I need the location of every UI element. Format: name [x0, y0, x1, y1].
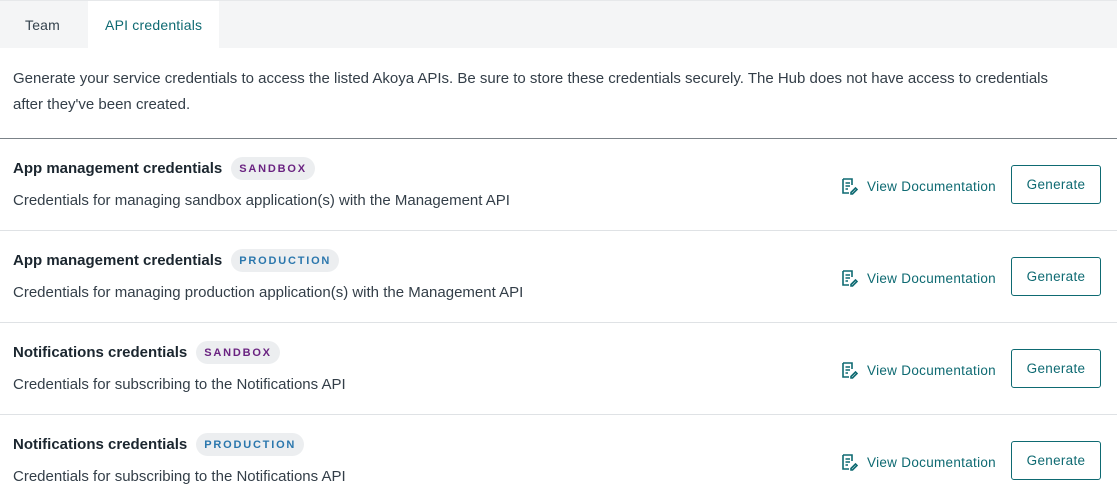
- tab-bar: Team API credentials: [0, 0, 1117, 48]
- view-documentation-label: View Documentation: [867, 178, 996, 194]
- generate-button[interactable]: Generate: [1011, 257, 1101, 296]
- view-documentation-link[interactable]: View Documentation: [840, 359, 996, 381]
- environment-badge: PRODUCTION: [196, 433, 305, 456]
- credential-row: Notifications credentials SANDBOX Creden…: [0, 323, 1117, 415]
- view-documentation-link[interactable]: View Documentation: [840, 451, 996, 473]
- view-documentation-link[interactable]: View Documentation: [840, 175, 996, 197]
- tab-team[interactable]: Team: [0, 1, 88, 48]
- view-documentation-link[interactable]: View Documentation: [840, 267, 996, 289]
- environment-badge: SANDBOX: [196, 341, 280, 364]
- generate-button[interactable]: Generate: [1011, 349, 1101, 388]
- document-edit-icon: [842, 178, 859, 195]
- credential-title: Notifications credentials: [13, 436, 188, 453]
- document-edit-icon: [842, 454, 859, 471]
- credentials-list: App management credentials SANDBOX Crede…: [0, 139, 1117, 492]
- credential-title: App management credentials: [13, 252, 223, 269]
- environment-badge: PRODUCTION: [231, 249, 340, 272]
- view-documentation-label: View Documentation: [867, 270, 996, 286]
- credential-description: Credentials for subscribing to the Notif…: [13, 376, 346, 393]
- credential-row: Notifications credentials PRODUCTION Cre…: [0, 415, 1117, 492]
- credential-row: App management credentials SANDBOX Crede…: [0, 139, 1117, 231]
- tab-api-credentials[interactable]: API credentials: [88, 1, 220, 48]
- intro-text: Generate your service credentials to acc…: [0, 48, 1117, 139]
- credential-row: App management credentials PRODUCTION Cr…: [0, 231, 1117, 323]
- credential-description: Credentials for managing sandbox applica…: [13, 192, 510, 209]
- credential-title: App management credentials: [13, 160, 223, 177]
- environment-badge: SANDBOX: [231, 157, 315, 180]
- credential-description: Credentials for subscribing to the Notif…: [13, 468, 346, 485]
- credential-description: Credentials for managing production appl…: [13, 284, 524, 301]
- generate-button[interactable]: Generate: [1011, 441, 1101, 480]
- document-edit-icon: [842, 362, 859, 379]
- view-documentation-label: View Documentation: [867, 362, 996, 378]
- credential-title: Notifications credentials: [13, 344, 188, 361]
- generate-button[interactable]: Generate: [1011, 165, 1101, 204]
- view-documentation-label: View Documentation: [867, 454, 996, 470]
- document-edit-icon: [842, 270, 859, 287]
